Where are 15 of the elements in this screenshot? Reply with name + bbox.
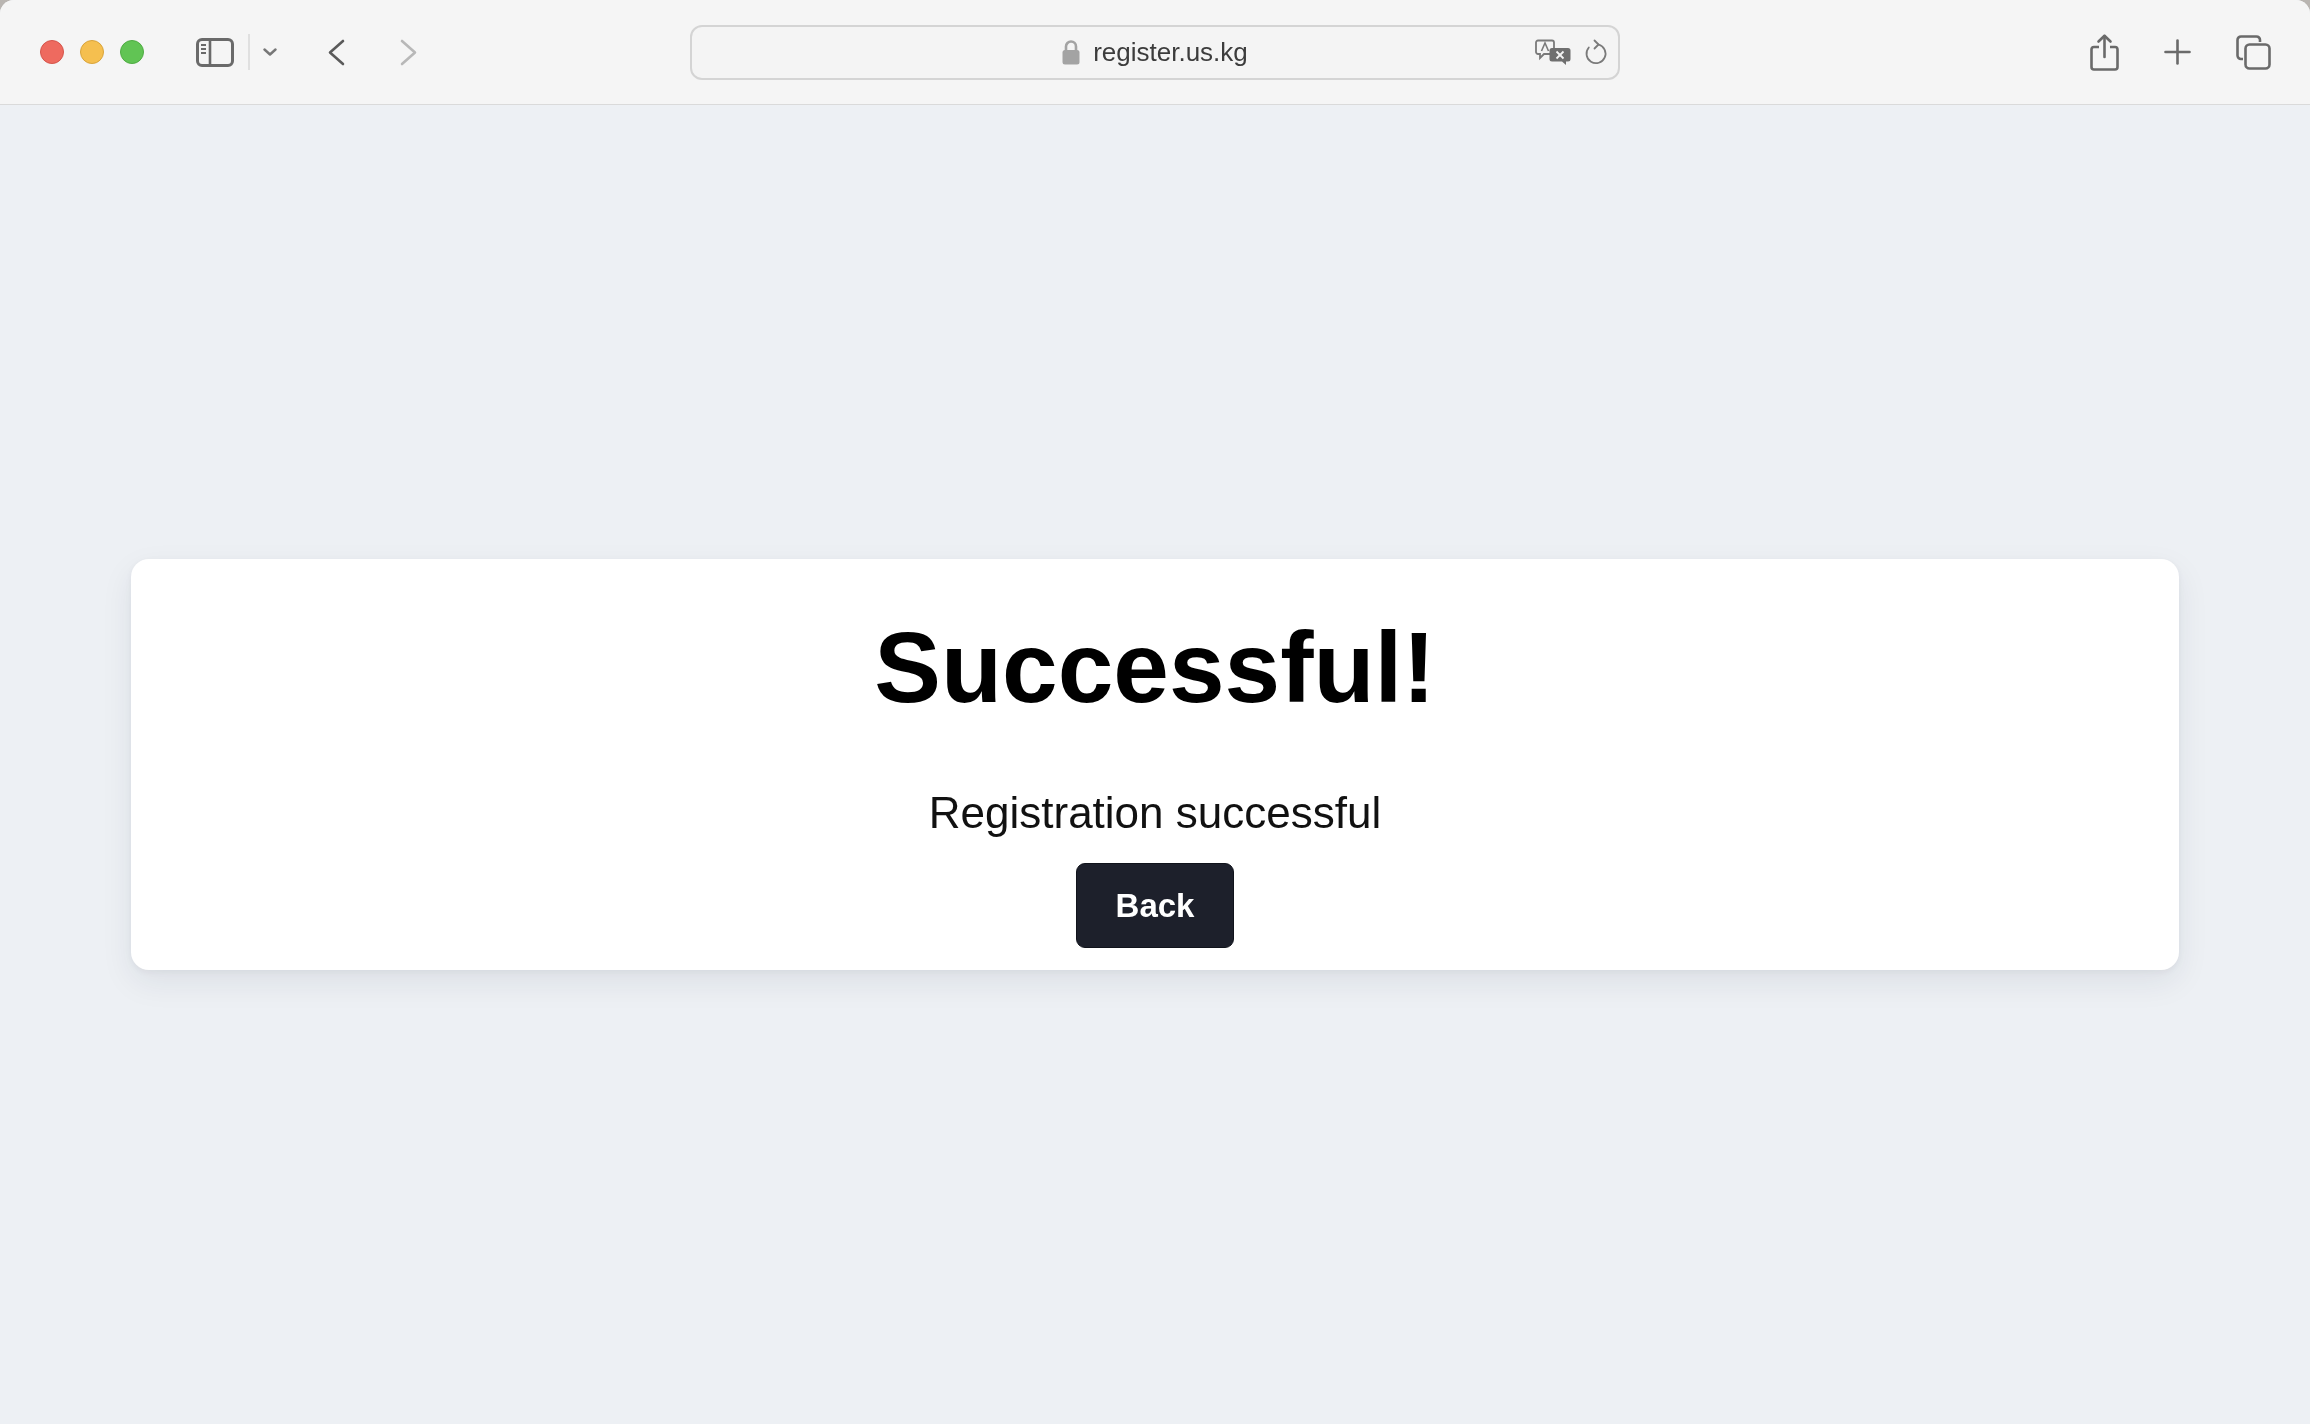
success-message: Registration successful xyxy=(928,787,1382,839)
url-text: register.us.kg xyxy=(1093,36,1248,68)
close-icon[interactable] xyxy=(40,40,64,64)
translate-icon[interactable] xyxy=(1535,38,1572,66)
reload-icon[interactable] xyxy=(1584,38,1608,66)
success-heading: Successful! xyxy=(874,617,1436,717)
plus-icon[interactable] xyxy=(2164,39,2191,65)
chevron-down-icon[interactable] xyxy=(263,48,277,56)
address-bar[interactable]: register.us.kg xyxy=(690,24,1620,80)
maximize-icon[interactable] xyxy=(120,40,144,64)
tabs-icon[interactable] xyxy=(2236,34,2271,70)
back-button[interactable]: Back xyxy=(1076,863,1234,948)
chevron-left-icon[interactable] xyxy=(328,38,345,66)
share-icon[interactable] xyxy=(2090,33,2119,71)
sidebar-icon[interactable] xyxy=(196,37,234,67)
